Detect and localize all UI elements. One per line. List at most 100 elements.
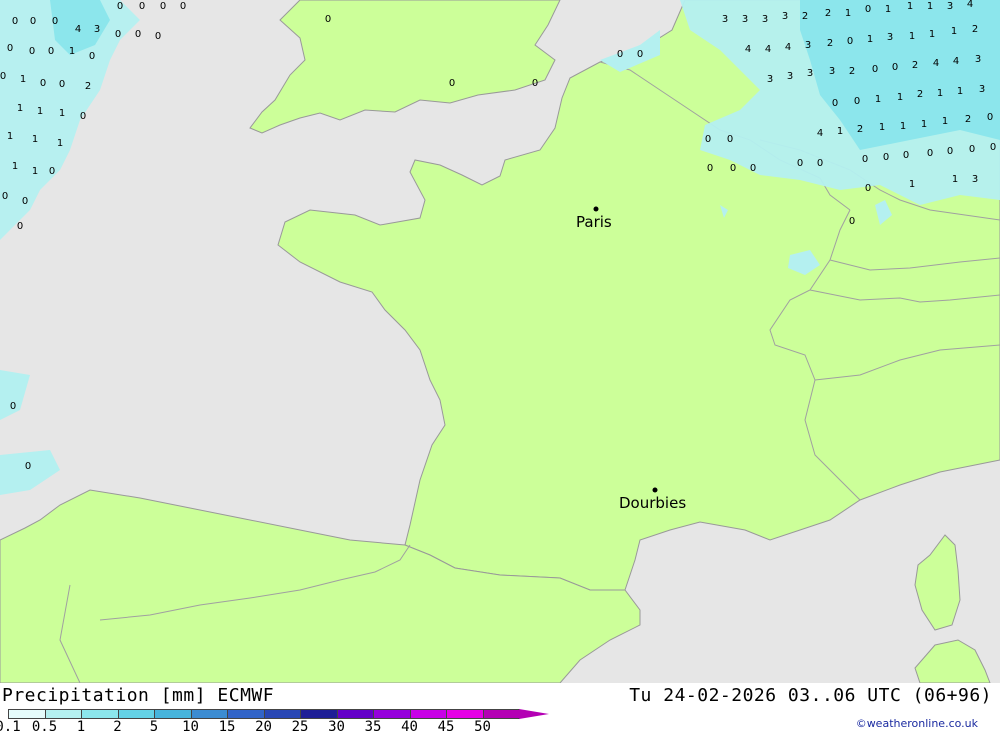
precip-value-label: 1 [957,86,963,97]
precip-value-label: 0 [89,51,95,62]
precip-value-label: 2 [825,8,831,19]
precip-value-label: 4 [967,0,973,10]
precip-value-label: 0 [862,154,868,165]
precip-value-label: 1 [17,103,23,114]
city-label: Dourbies [619,494,686,512]
map-title: Precipitation [mm] ECMWF [2,685,275,706]
precip-value-label: 0 [617,49,623,60]
precip-value-label: 0 [22,196,28,207]
precip-value-label: 0 [872,64,878,75]
precip-value-label: 0 [0,71,6,82]
precip-value-label: 4 [817,128,823,139]
precip-value-label: 0 [49,166,55,177]
precip-value-label: 0 [115,29,121,40]
precip-value-label: 3 [762,14,768,25]
precip-value-label: 0 [892,62,898,73]
precip-value-label: 2 [802,11,808,22]
legend-swatch [263,709,301,719]
precip-value-label: 0 [927,148,933,159]
precip-value-label: 1 [937,88,943,99]
precip-value-label: 0 [854,96,860,107]
precip-value-label: 0 [817,158,823,169]
precip-value-label: 0 [160,1,166,12]
precip-value-label: 0 [325,14,331,25]
precip-value-label: 1 [37,106,43,117]
precip-value-label: 0 [990,142,996,153]
precip-value-label: 0 [139,1,145,12]
precip-value-label: 0 [40,78,46,89]
legend-swatch [81,709,119,719]
precip-value-label: 0 [12,16,18,27]
precip-value-label: 0 [25,461,31,472]
forecast-datetime: Tu 24-02-2026 03..06 UTC (06+96) [629,685,992,706]
precip-value-label: 0 [532,78,538,89]
precip-value-label: 1 [879,122,885,133]
precip-value-label: 1 [900,121,906,132]
city-label: Paris [576,213,612,231]
precip-value-label: 0 [865,4,871,15]
precip-value-label: 1 [867,34,873,45]
legend-swatch [409,709,447,719]
precip-value-label: 0 [849,216,855,227]
legend-swatch [190,709,228,719]
precip-value-label: 3 [829,66,835,77]
precip-value-label: 0 [449,78,455,89]
precip-value-label: 1 [69,46,75,57]
precip-value-label: 3 [887,32,893,43]
precip-value-label: 0 [155,31,161,42]
legend-arrow [519,709,549,719]
legend-swatch [482,709,520,719]
precip-value-label: 4 [745,44,751,55]
precip-value-label: 3 [767,74,773,85]
precip-value-label: 0 [832,98,838,109]
precip-value-label: 0 [2,191,8,202]
precipitation-map: 0 0 0 0 0 0 0 0 4 3 0 0 0 0 0 1 0 0 1 0 0 2 1 1 1 0 1 1 1 1 1 0 0 0 0 0 0 0 0 0… [0,0,1000,683]
precip-value-label: 3 [979,84,985,95]
precip-value-label: 3 [94,24,100,35]
precip-value-label: 1 [897,92,903,103]
precip-value-label: 0 [797,158,803,169]
legend-swatch [373,709,411,719]
precip-value-label: 0 [969,144,975,155]
precip-value-label: 1 [907,1,913,12]
precip-value-label: 0 [847,36,853,47]
precip-value-label: 0 [730,163,736,174]
precip-value-label: 0 [52,16,58,27]
precip-value-label: 4 [953,56,959,67]
precip-value-label: 1 [59,108,65,119]
legend-swatch [8,709,46,719]
precip-value-label: 3 [972,174,978,185]
precip-value-label: 1 [20,74,26,85]
precip-value-label: 2 [965,114,971,125]
city-marker [652,487,658,493]
precip-value-label: 0 [750,163,756,174]
precip-value-label: 0 [947,146,953,157]
precip-value-label: 0 [637,49,643,60]
precip-value-label: 0 [883,152,889,163]
legend-swatch [300,709,338,719]
precip-value-label: 2 [85,81,91,92]
precip-value-label: 1 [7,131,13,142]
precip-value-label: 2 [857,124,863,135]
precip-value-label: 3 [805,40,811,51]
precip-value-label: 1 [837,126,843,137]
precip-value-label: 3 [782,11,788,22]
precip-value-label: 1 [951,26,957,37]
precip-value-label: 2 [912,60,918,71]
city-marker [593,206,599,212]
precip-value-label: 1 [909,31,915,42]
precip-value-label: 0 [180,1,186,12]
legend-swatch [446,709,484,719]
precip-value-label: 1 [921,119,927,130]
precip-value-label: 1 [12,161,18,172]
precip-value-label: 0 [727,134,733,145]
precip-value-label: 0 [903,150,909,161]
credit-link[interactable]: ©weatheronline.co.uk [856,717,978,730]
precip-value-label: 0 [17,221,23,232]
legend-swatch [44,709,82,719]
precip-value-label: 3 [742,14,748,25]
precip-value-label: 2 [827,38,833,49]
legend-swatch [336,709,374,719]
precip-value-label: 0 [135,29,141,40]
precip-value-label: 1 [909,179,915,190]
